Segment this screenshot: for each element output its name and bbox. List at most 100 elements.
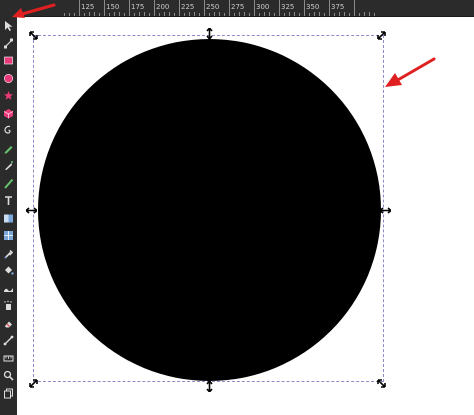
ruler-tick: [69, 13, 70, 16]
ruler-tick: [159, 13, 160, 16]
ruler-tick: [329, 0, 330, 16]
spray-icon: [3, 300, 14, 311]
ruler-tick: [144, 12, 145, 16]
paint-bucket-icon: [3, 265, 14, 276]
zoom-icon: [3, 370, 14, 381]
star-icon: [3, 90, 14, 101]
tool-paint-bucket[interactable]: [1, 263, 16, 278]
ruler-tick: [239, 12, 240, 16]
dropper-icon: [3, 248, 14, 259]
ruler-tick: [309, 13, 310, 16]
toolbox: [0, 17, 17, 415]
ruler-label: 150: [106, 3, 120, 11]
ruler-tick: [299, 13, 300, 16]
ruler-tick: [364, 12, 365, 16]
ruler-label: 275: [231, 3, 245, 11]
ruler-tick: [234, 13, 235, 16]
ruler-tick: [344, 12, 345, 16]
ruler-tick: [374, 13, 375, 16]
connector-icon: [3, 335, 14, 346]
spiral-icon: [3, 125, 14, 136]
ruler-tick: [164, 12, 165, 16]
rectangle-icon: [3, 55, 14, 66]
ruler-tick: [99, 13, 100, 16]
ruler-tick: [319, 12, 320, 16]
tool-gradient[interactable]: [1, 211, 16, 226]
ruler-tick: [194, 12, 195, 16]
canvas[interactable]: [17, 17, 474, 415]
ruler-tick: [304, 0, 305, 16]
ruler-tick: [134, 13, 135, 16]
ruler-tick: [139, 12, 140, 16]
ruler-tick: [294, 12, 295, 16]
tool-pages[interactable]: [1, 386, 16, 401]
ruler-label: 200: [156, 3, 170, 11]
ruler-tick: [209, 13, 210, 16]
tool-rectangle[interactable]: [1, 53, 16, 68]
tool-ellipse[interactable]: [1, 71, 16, 86]
ruler-tick: [214, 12, 215, 16]
ruler-label: 300: [256, 3, 270, 11]
ruler-label: 225: [181, 3, 195, 11]
ruler-tick: [284, 13, 285, 16]
scale-handle-top-left[interactable]: [29, 31, 40, 42]
tool-dropper[interactable]: [1, 246, 16, 261]
box3d-icon: [3, 108, 14, 119]
eraser-icon: [3, 318, 14, 329]
ruler-tick: [204, 0, 205, 16]
tool-calligraphy[interactable]: [1, 176, 16, 191]
scale-handle-bottom-right[interactable]: [376, 378, 387, 389]
ruler-tick: [324, 13, 325, 16]
ruler-tick: [289, 12, 290, 16]
ruler-tick: [109, 13, 110, 16]
ruler-tick: [369, 12, 370, 16]
horizontal-ruler[interactable]: 125 150 175 200 225 250 275 300 325 350 375: [17, 0, 474, 17]
scale-handle-right[interactable]: [380, 205, 391, 216]
pencil-icon: [3, 143, 14, 154]
tool-box3d[interactable]: [1, 106, 16, 121]
ruler-tick: [114, 12, 115, 16]
ruler-tick: [334, 13, 335, 16]
tool-zoom[interactable]: [1, 368, 16, 383]
node-icon: [3, 38, 14, 49]
ruler-label: 250: [206, 3, 220, 11]
ruler-tick: [79, 0, 80, 16]
tool-spray[interactable]: [1, 298, 16, 313]
scale-handle-bottom[interactable]: [204, 381, 215, 392]
ruler-tick: [169, 12, 170, 16]
tool-tweak[interactable]: [1, 281, 16, 296]
tool-mesh[interactable]: [1, 228, 16, 243]
ruler-tick: [224, 13, 225, 16]
scale-handle-top-right[interactable]: [376, 31, 387, 42]
tool-pen[interactable]: [1, 158, 16, 173]
tool-eraser[interactable]: [1, 316, 16, 331]
pen-icon: [3, 160, 14, 171]
ruler-tick: [104, 0, 105, 16]
ruler-tick: [84, 13, 85, 16]
tool-measure[interactable]: [1, 351, 16, 366]
tool-node[interactable]: [1, 36, 16, 51]
tool-spiral[interactable]: [1, 123, 16, 138]
calligraphy-icon: [3, 178, 14, 189]
mesh-icon: [3, 230, 14, 241]
tool-star[interactable]: [1, 88, 16, 103]
ruler-tick: [254, 0, 255, 16]
ruler-tick: [269, 12, 270, 16]
tool-connector[interactable]: [1, 333, 16, 348]
text-icon: [3, 195, 14, 206]
ruler-tick: [124, 13, 125, 16]
scale-handle-bottom-left[interactable]: [29, 378, 40, 389]
scale-handle-left[interactable]: [26, 205, 37, 216]
ruler-label: 325: [281, 3, 295, 11]
ruler-tick: [74, 13, 75, 16]
ruler-tick: [129, 0, 130, 16]
ruler-label: 350: [306, 3, 320, 11]
ruler-tick: [349, 13, 350, 16]
tool-text[interactable]: [1, 193, 16, 208]
ruler-tick: [279, 0, 280, 16]
pages-icon: [3, 388, 14, 399]
ruler-tick: [259, 13, 260, 16]
selected-circle[interactable]: [38, 39, 381, 381]
tool-pencil[interactable]: [1, 141, 16, 156]
scale-handle-top[interactable]: [204, 28, 215, 39]
